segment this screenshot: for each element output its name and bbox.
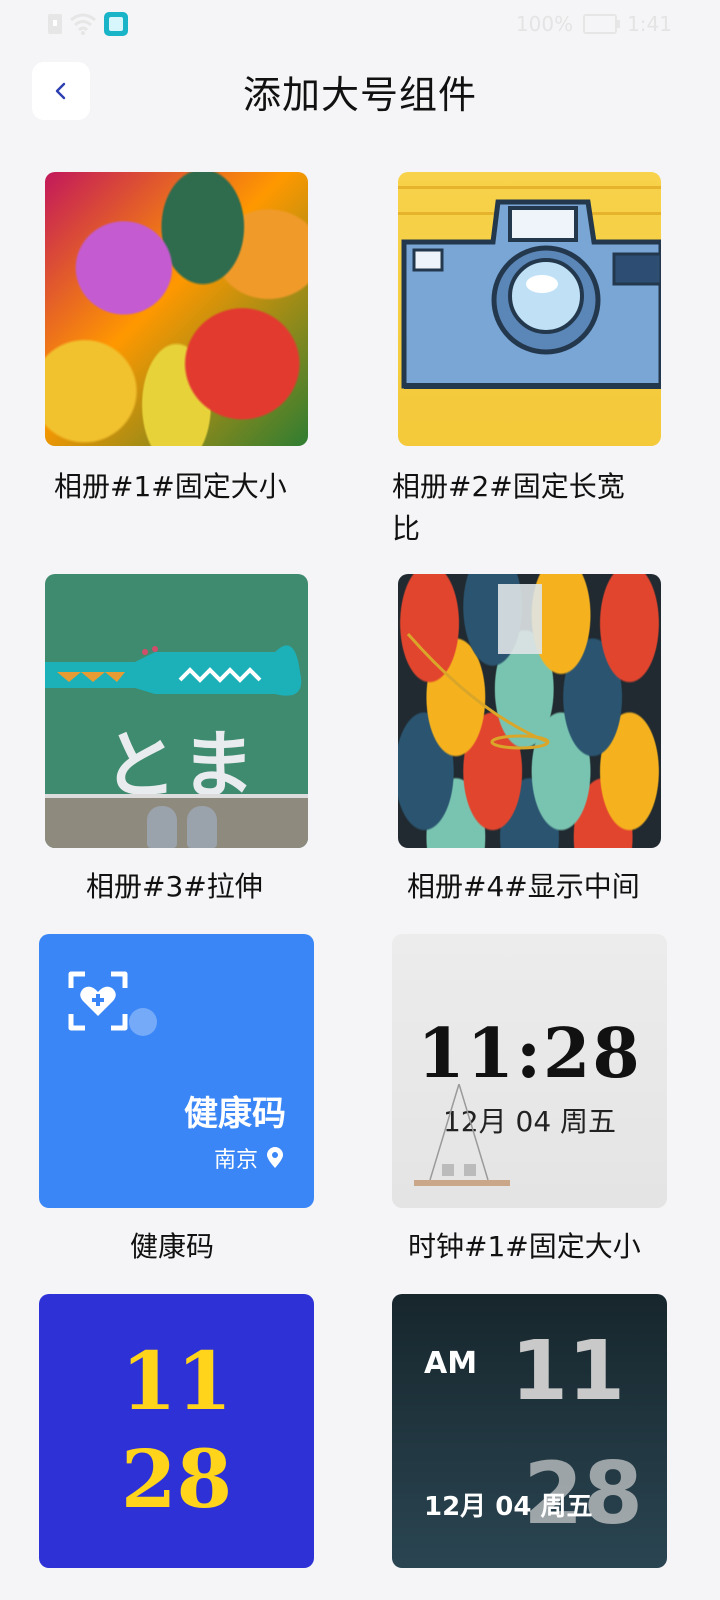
clock-time: 1:41 bbox=[627, 12, 672, 36]
camera-illustration bbox=[398, 186, 661, 389]
widget-label-health-code: 健康码 bbox=[130, 1230, 215, 1263]
widget-preview-clock-3[interactable]: AM 11 28 12月 04 周五 bbox=[392, 1294, 667, 1568]
battery-percent: 100% bbox=[515, 12, 574, 36]
health-code-title: 健康码 bbox=[184, 1094, 286, 1134]
widget-label-album-3: 相册#3#拉伸 bbox=[86, 870, 263, 903]
city-name: 南京 bbox=[213, 1148, 258, 1173]
wifi-icon bbox=[70, 13, 96, 35]
widget-preview-clock-2[interactable]: 11 28 bbox=[39, 1294, 314, 1568]
widget-preview-album-3[interactable]: とまれ bbox=[45, 574, 308, 848]
shelf bbox=[414, 1180, 510, 1186]
mural-rope bbox=[406, 584, 550, 750]
clock-2-minutes: 28 bbox=[120, 1432, 233, 1526]
decorative-dot bbox=[129, 1008, 157, 1036]
shoe-left bbox=[147, 806, 177, 848]
battery-icon bbox=[583, 14, 621, 34]
clock-3-ampm: AM bbox=[424, 1346, 478, 1381]
widget-preview-album-4[interactable] bbox=[398, 574, 661, 848]
widget-preview-album-2[interactable] bbox=[398, 172, 661, 446]
location-pin-icon bbox=[267, 1147, 283, 1168]
widget-label-album-4: 相册#4#显示中间 bbox=[407, 870, 640, 903]
widget-label-album-2: 相册#2#固定长宽比 bbox=[392, 470, 625, 545]
clock-3-date: 12月 04 周五 bbox=[424, 1492, 593, 1522]
health-code-city: 南京 bbox=[214, 1142, 284, 1174]
clock-2-hours: 11 bbox=[120, 1334, 233, 1428]
health-scan-icon bbox=[68, 971, 128, 1031]
shoe-right bbox=[187, 806, 217, 848]
app-notification-icon bbox=[104, 12, 128, 36]
widget-preview-clock-1[interactable]: 11:28 12月 04 周五 bbox=[392, 934, 667, 1208]
hanging-shelf-illustration bbox=[429, 1084, 489, 1180]
status-bar: 100% 1:41 bbox=[0, 0, 720, 48]
widget-preview-health-code[interactable]: 健康码 南京 bbox=[39, 934, 314, 1208]
clock-1-time: 11:28 bbox=[417, 1014, 642, 1094]
widget-preview-album-1[interactable] bbox=[45, 172, 308, 446]
clock-3-hours: 11 bbox=[510, 1324, 625, 1419]
sim-card-icon bbox=[48, 14, 62, 34]
widget-label-clock-1: 时钟#1#固定大小 bbox=[408, 1230, 641, 1263]
widget-label-album-1: 相册#1#固定大小 bbox=[54, 470, 287, 503]
page-title: 添加大号组件 bbox=[242, 73, 477, 117]
